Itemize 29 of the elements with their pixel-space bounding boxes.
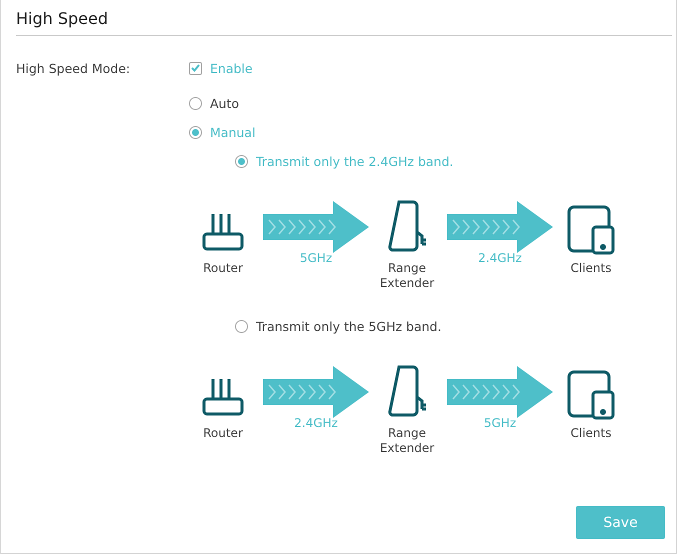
radio-button[interactable]	[189, 96, 202, 110]
save-button[interactable]: Save	[576, 506, 665, 539]
section-title: High Speed	[16, 0, 672, 36]
band-label: 5GHz	[484, 416, 516, 430]
radio-label: Manual	[210, 124, 256, 140]
checkbox-label: Enable	[210, 60, 253, 76]
radio-button[interactable]	[189, 126, 202, 138]
radio-button[interactable]	[235, 154, 248, 168]
arrow-icon	[447, 201, 553, 253]
radio-button[interactable]	[235, 320, 248, 332]
checkbox[interactable]	[189, 62, 202, 74]
band-label: 2.4GHz	[478, 251, 522, 265]
clients-icon	[567, 370, 615, 420]
arrow-icon	[263, 366, 369, 418]
node-label: Router	[202, 426, 244, 441]
node-label: Range Extender	[378, 426, 436, 456]
arrow-icon	[263, 201, 369, 253]
radio-label: Auto	[210, 96, 240, 110]
node-label: Clients	[570, 261, 612, 276]
node-label: Clients	[570, 426, 612, 441]
band-label: 2.4GHz	[294, 416, 338, 430]
node-label: Range Extender	[378, 261, 436, 291]
arrow-icon	[447, 366, 553, 418]
radio-label: Transmit only the 2.4GHz band.	[256, 154, 454, 168]
radio-label: Transmit only the 5GHz band.	[256, 318, 442, 334]
field-label: High Speed Mode:	[16, 60, 132, 78]
clients-icon	[567, 205, 615, 255]
band-label: 5GHz	[300, 251, 332, 265]
node-label: Router	[202, 261, 244, 276]
